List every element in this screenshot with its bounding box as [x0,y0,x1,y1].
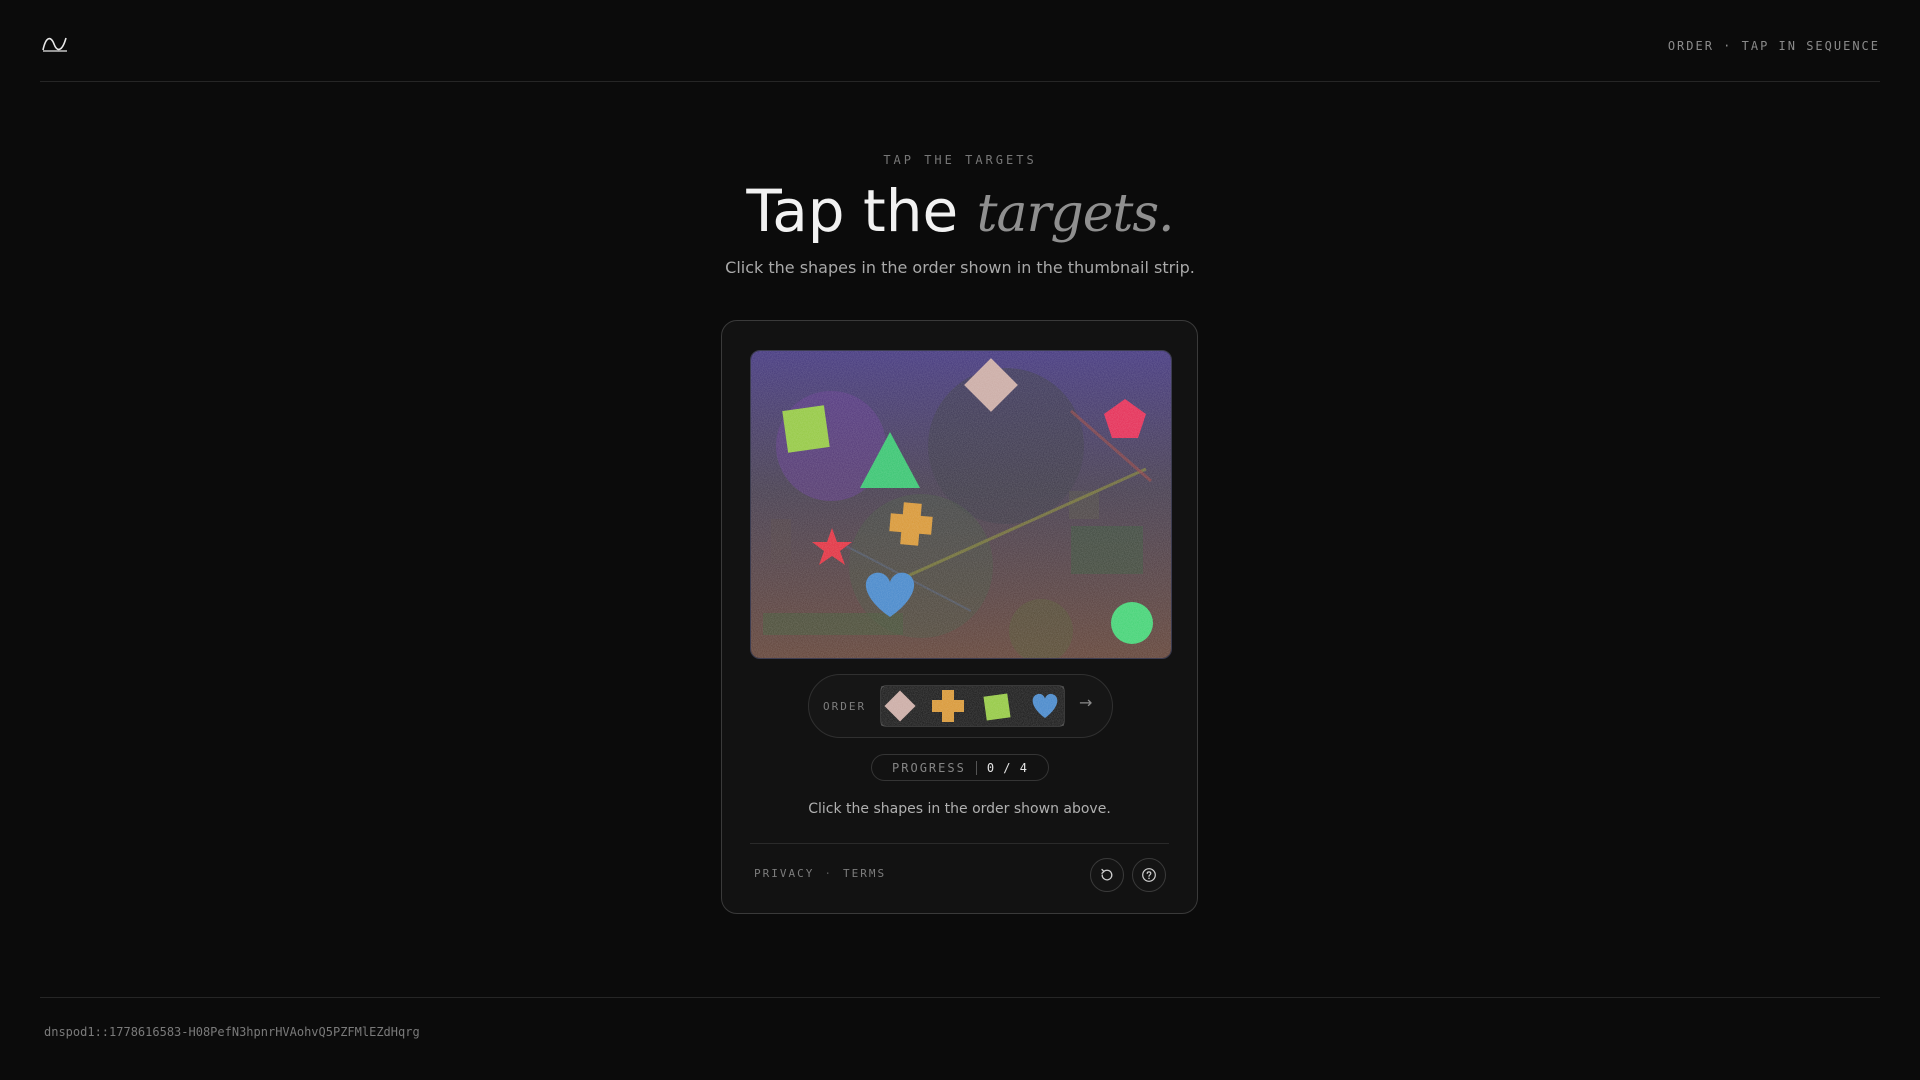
help-icon [1142,868,1156,882]
order-thumb-square [983,693,1011,721]
order-thumb-heart [1032,693,1058,718]
progress-separator [975,760,977,775]
page-title: Tap the targets. [0,175,1920,250]
link-separator: · [824,867,833,880]
order-thumb-diamond [884,690,916,722]
privacy-link[interactable]: PRIVACY [754,867,814,880]
refresh-button[interactable] [1090,858,1124,892]
mode-label: ORDER · TAP IN SEQUENCE [1667,39,1880,53]
decor-rect [763,613,903,635]
terms-link[interactable]: TERMS [843,867,886,880]
decor-rect [771,519,791,564]
page-kicker: TAP THE TARGETS [883,153,1037,167]
session-id: dnspod1::1778616583-H08PefN3hpnrHVAohvQ5… [44,1025,420,1039]
target-shape-square[interactable] [782,405,830,453]
order-thumb-cross [932,690,964,722]
order-strip: ORDER → [808,674,1113,738]
target-shape-circle[interactable] [1111,602,1153,644]
challenge-instruction: Click the shapes in the order shown abov… [808,801,1111,817]
decor-rect [1071,526,1143,574]
challenge-card: ORDER → PROGRESS 0 / 4 Click the shapes … [721,320,1198,914]
progress-value: 0 / 4 [986,760,1028,775]
thumbnail-strip [880,685,1065,727]
page-subtitle: Click the shapes in the order shown in t… [725,258,1195,277]
card-divider [750,843,1169,844]
footer-links: PRIVACY · TERMS [754,867,886,880]
waveform-logo-icon [42,37,67,52]
challenge-canvas[interactable] [750,350,1172,659]
arrow-right-icon[interactable]: → [1079,693,1092,712]
footer-divider [40,997,1880,998]
help-button[interactable] [1132,858,1166,892]
title-main: Tap the [746,177,977,245]
title-emphasis: targets. [976,184,1175,244]
header-divider [40,81,1880,82]
order-label: ORDER [823,700,867,713]
progress-label: PROGRESS [892,760,966,775]
progress-badge: PROGRESS 0 / 4 [871,754,1049,781]
refresh-icon [1101,868,1113,881]
